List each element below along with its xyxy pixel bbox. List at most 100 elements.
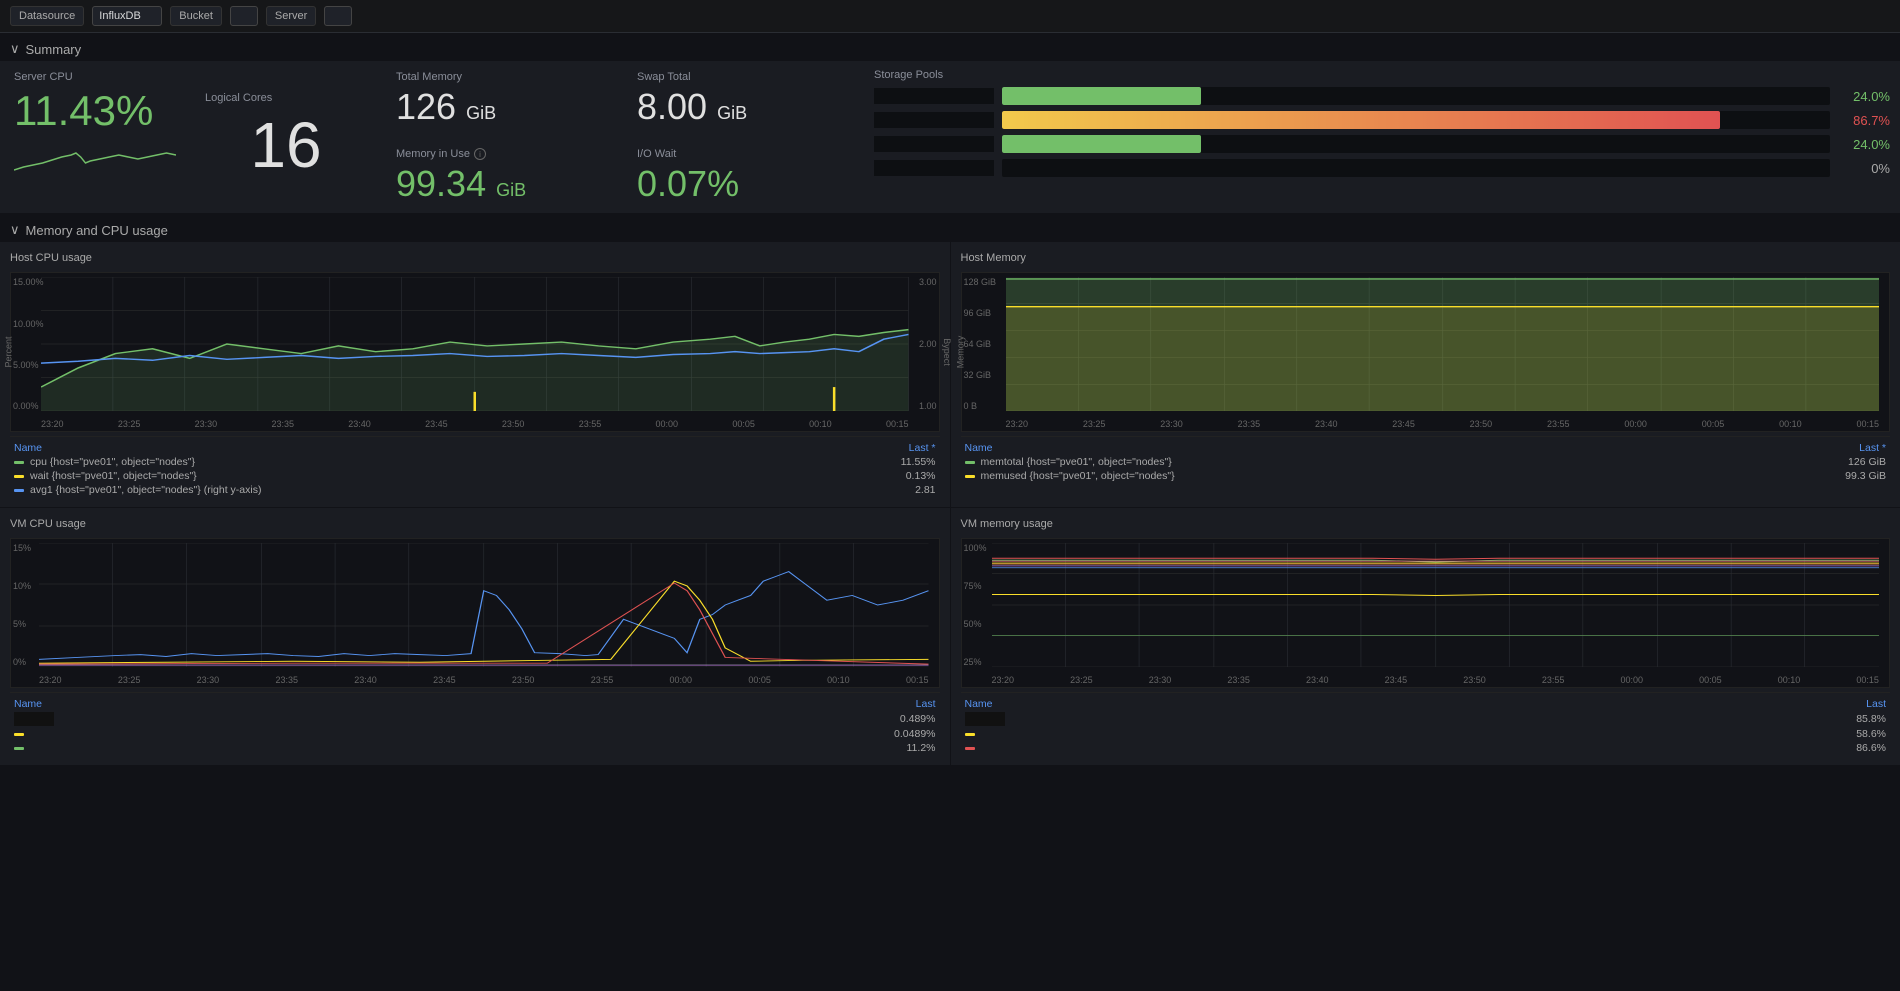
host-memory-legend-row-0: memtotal {host="pve01", object="nodes"} … — [961, 455, 1891, 469]
storage-bar-3: 24.0% — [874, 135, 1890, 153]
vm-memory-legend-row-0: 85.8% — [961, 711, 1891, 727]
topbar: Datasource InfluxDB Bucket Server — [0, 0, 1900, 33]
server-cpu-mini-chart — [14, 135, 176, 175]
summary-section-header[interactable]: ∨ Summary — [0, 33, 1900, 61]
host-cpu-x-labels: 23:2023:2523:3023:3523:4023:4523:5023:55… — [41, 419, 909, 429]
charts-row-2: VM CPU usage 15% 10% 5% 0% — [0, 508, 1900, 765]
vm-memory-panel: VM memory usage 100% 75% 50% 25% — [951, 508, 1900, 765]
vm-memory-legend-header: Name Last — [961, 697, 1891, 711]
storage-bars: 24.0% 86.7% 24.0% — [874, 87, 1890, 177]
storage-bar-fill-1 — [1002, 87, 1201, 105]
memory-in-use-card: Memory in Use i 99.34 GiB — [382, 138, 622, 214]
summary-grid: Server CPU 11.43% Logical Cores 16 Total… — [0, 61, 1900, 213]
total-memory-card: Total Memory 126 GiB — [382, 61, 622, 137]
memory-in-use-value: 99.34 GiB — [396, 164, 608, 204]
storage-bar-bg-1 — [1002, 87, 1830, 105]
vm-cpu-legend-row-2: 11.2% — [10, 741, 940, 755]
storage-name-3 — [874, 136, 994, 152]
server-select[interactable] — [324, 6, 352, 26]
bucket-label: Bucket — [170, 6, 222, 26]
bucket-select[interactable] — [230, 6, 258, 26]
host-cpu-legend: Name Last * cpu {host="pve01", object="n… — [10, 436, 940, 497]
storage-pools-label: Storage Pools — [874, 69, 1890, 81]
storage-pct-2: 86.7% — [1838, 113, 1890, 128]
host-cpu-legend-dot-1 — [14, 475, 24, 478]
host-cpu-chart-area: Percent 15.00% 10.00% 5.00% 0.00% 3.00 2… — [10, 272, 940, 432]
host-cpu-legend-row-0: cpu {host="pve01", object="nodes"} 11.55… — [10, 455, 940, 469]
summary-chevron-icon: ∨ — [10, 41, 20, 57]
vm-memory-legend-dot-2 — [965, 747, 975, 750]
storage-bar-1: 24.0% — [874, 87, 1890, 105]
server-cpu-label: Server CPU — [14, 71, 176, 83]
host-cpu-legend-row-2: avg1 {host="pve01", object="nodes"} (rig… — [10, 483, 940, 497]
host-memory-svg — [1006, 277, 1880, 411]
server-label: Server — [266, 6, 316, 26]
vm-cpu-legend: Name Last 0.489% 0.0489% 11.2% — [10, 692, 940, 755]
vm-memory-x-labels: 23:2023:2523:3023:3523:4023:4523:5023:55… — [992, 675, 1880, 685]
vm-cpu-legend-dot-1 — [14, 733, 24, 736]
host-cpu-y-axis-right-label: Bypect — [942, 338, 952, 366]
memory-cpu-section-header[interactable]: ∨ Memory and CPU usage — [0, 214, 1900, 242]
host-cpu-title: Host CPU usage — [10, 252, 940, 264]
host-memory-x-labels: 23:2023:2523:3023:3523:4023:4523:5023:55… — [1006, 419, 1880, 429]
storage-name-2 — [874, 112, 994, 128]
io-wait-value: 0.07% — [637, 164, 849, 204]
storage-bar-bg-3 — [1002, 135, 1830, 153]
vm-memory-legend-swatch-0 — [965, 712, 1005, 726]
logical-cores-label: Logical Cores — [205, 92, 367, 104]
host-cpu-legend-dot-2 — [14, 489, 24, 492]
swap-total-value: 8.00 GiB — [637, 87, 849, 127]
memory-info-icon[interactable]: i — [474, 148, 486, 160]
storage-name-1 — [874, 88, 994, 104]
vm-cpu-x-labels: 23:2023:2523:3023:3523:4023:4523:5023:55… — [39, 675, 929, 685]
io-wait-card: I/O Wait 0.07% — [623, 138, 863, 214]
vm-cpu-panel: VM CPU usage 15% 10% 5% 0% — [0, 508, 950, 765]
storage-pools-card: Storage Pools 24.0% 86.7% — [864, 61, 1900, 213]
swap-total-label: Swap Total — [637, 71, 849, 83]
memory-cpu-label: Memory and CPU usage — [26, 223, 168, 238]
summary-label: Summary — [26, 42, 82, 57]
vm-memory-legend-dot-1 — [965, 733, 975, 736]
storage-pct-3: 24.0% — [1838, 137, 1890, 152]
vm-memory-legend: Name Last 85.8% 58.6% 86.6% — [961, 692, 1891, 755]
vm-cpu-title: VM CPU usage — [10, 518, 940, 530]
total-memory-value: 126 GiB — [396, 87, 608, 127]
storage-bar-bg-4 — [1002, 159, 1830, 177]
vm-cpu-legend-row-0: 0.489% — [10, 711, 940, 727]
host-cpu-svg — [41, 277, 909, 411]
vm-cpu-legend-dot-2 — [14, 747, 24, 750]
total-memory-label: Total Memory — [396, 71, 608, 83]
vm-cpu-chart-area: 15% 10% 5% 0% — [10, 538, 940, 688]
host-memory-panel: Host Memory Memory 128 GiB 96 GiB 64 GiB… — [951, 242, 1900, 507]
host-memory-legend: Name Last * memtotal {host="pve01", obje… — [961, 436, 1891, 483]
datasource-select[interactable]: InfluxDB — [92, 6, 162, 26]
host-cpu-y-labels-right: 3.00 2.00 1.00 — [919, 277, 937, 411]
vm-cpu-y-labels: 15% 10% 5% 0% — [13, 543, 31, 667]
charts-row-1: Host CPU usage Percent 15.00% 10.00% 5.0… — [0, 242, 1900, 507]
host-cpu-legend-header: Name Last * — [10, 441, 940, 455]
vm-memory-legend-row-1: 58.6% — [961, 727, 1891, 741]
vm-cpu-legend-swatch-0 — [14, 712, 54, 726]
logical-cores-card: Logical Cores 16 — [191, 61, 381, 213]
vm-cpu-legend-row-1: 0.0489% — [10, 727, 940, 741]
vm-memory-legend-row-2: 86.6% — [961, 741, 1891, 755]
memory-cpu-chevron-icon: ∨ — [10, 222, 20, 238]
storage-bar-fill-3 — [1002, 135, 1201, 153]
storage-bar-4: 0% — [874, 159, 1890, 177]
host-memory-y-labels: 128 GiB 96 GiB 64 GiB 32 GiB 0 B — [964, 277, 997, 411]
host-memory-legend-row-1: memused {host="pve01", object="nodes"} 9… — [961, 469, 1891, 483]
host-memory-legend-dot-0 — [965, 461, 975, 464]
server-cpu-value: 11.43% — [14, 87, 176, 135]
host-memory-legend-header: Name Last * — [961, 441, 1891, 455]
host-memory-chart-area: Memory 128 GiB 96 GiB 64 GiB 32 GiB 0 B — [961, 272, 1891, 432]
storage-pct-4: 0% — [1838, 161, 1890, 176]
host-memory-legend-dot-1 — [965, 475, 975, 478]
host-cpu-legend-dot-0 — [14, 461, 24, 464]
storage-pct-1: 24.0% — [1838, 89, 1890, 104]
vm-cpu-svg — [39, 543, 929, 667]
swap-total-card: Swap Total 8.00 GiB — [623, 61, 863, 137]
server-cpu-card: Server CPU 11.43% — [0, 61, 190, 213]
host-cpu-legend-row-1: wait {host="pve01", object="nodes"} 0.13… — [10, 469, 940, 483]
datasource-label: Datasource — [10, 6, 84, 26]
vm-memory-y-labels: 100% 75% 50% 25% — [964, 543, 987, 667]
